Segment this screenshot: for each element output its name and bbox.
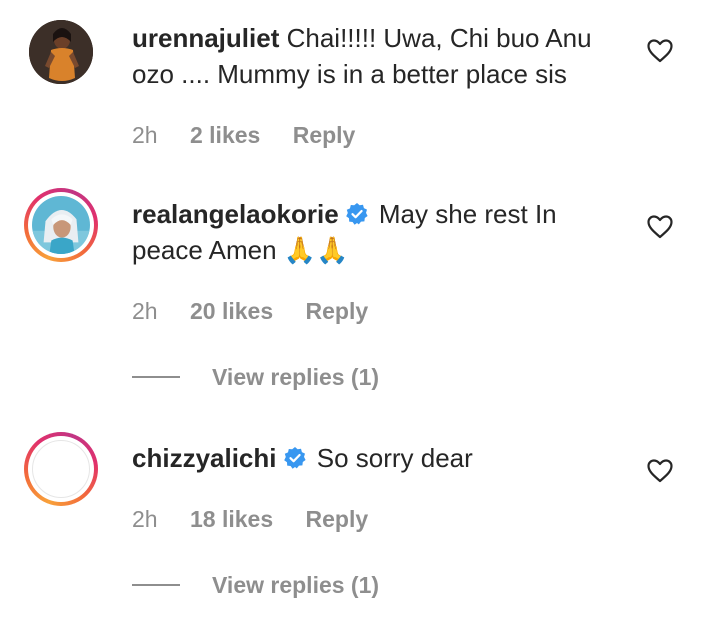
view-replies-button[interactable]: View replies (1) xyxy=(132,364,379,391)
avatar[interactable] xyxy=(24,432,98,506)
like-heart-icon[interactable] xyxy=(647,215,673,239)
comment-likes-count[interactable]: 18 likes xyxy=(190,506,273,532)
comment-time: 2h xyxy=(132,506,158,532)
like-heart-icon[interactable] xyxy=(647,39,673,63)
comment-text-block: urennajuliet Chai!!!!! Uwa, Chi buo Anu … xyxy=(132,20,612,92)
comment-meta: 2h 18 likes Reply xyxy=(132,506,394,533)
comment-body: So sorry dear xyxy=(316,443,473,473)
reply-button[interactable]: Reply xyxy=(306,298,369,324)
comment-username[interactable]: urennajuliet xyxy=(132,23,279,53)
avatar-photo xyxy=(32,440,90,498)
verified-badge-icon xyxy=(283,446,307,470)
replies-divider-line xyxy=(132,375,180,378)
comment-text-block: realangelaokorie May she rest In peace A… xyxy=(132,196,612,268)
replies-divider-line xyxy=(132,583,180,586)
like-heart-icon[interactable] xyxy=(647,459,673,483)
reply-button[interactable]: Reply xyxy=(293,122,356,148)
comment-username[interactable]: realangelaokorie xyxy=(132,199,339,229)
avatar-photo xyxy=(29,20,93,84)
avatar-photo xyxy=(32,196,90,254)
comment-username[interactable]: chizzyalichi xyxy=(132,443,277,473)
comment-time: 2h xyxy=(132,122,158,148)
comment-likes-count[interactable]: 20 likes xyxy=(190,298,273,324)
avatar[interactable] xyxy=(29,20,93,84)
view-replies-label: View replies (1) xyxy=(212,572,380,598)
comment-likes-count[interactable]: 2 likes xyxy=(190,122,260,148)
verified-badge-icon xyxy=(345,202,369,226)
comment-meta: 2h 20 likes Reply xyxy=(132,298,394,325)
view-replies-button[interactable]: View replies (1) xyxy=(132,572,379,599)
comment-time: 2h xyxy=(132,298,158,324)
view-replies-label: View replies (1) xyxy=(212,364,380,390)
avatar[interactable] xyxy=(24,188,98,262)
comment-text-block: chizzyalichi So sorry dear xyxy=(132,440,612,476)
reply-button[interactable]: Reply xyxy=(306,506,369,532)
comment-meta: 2h 2 likes Reply xyxy=(132,122,381,149)
